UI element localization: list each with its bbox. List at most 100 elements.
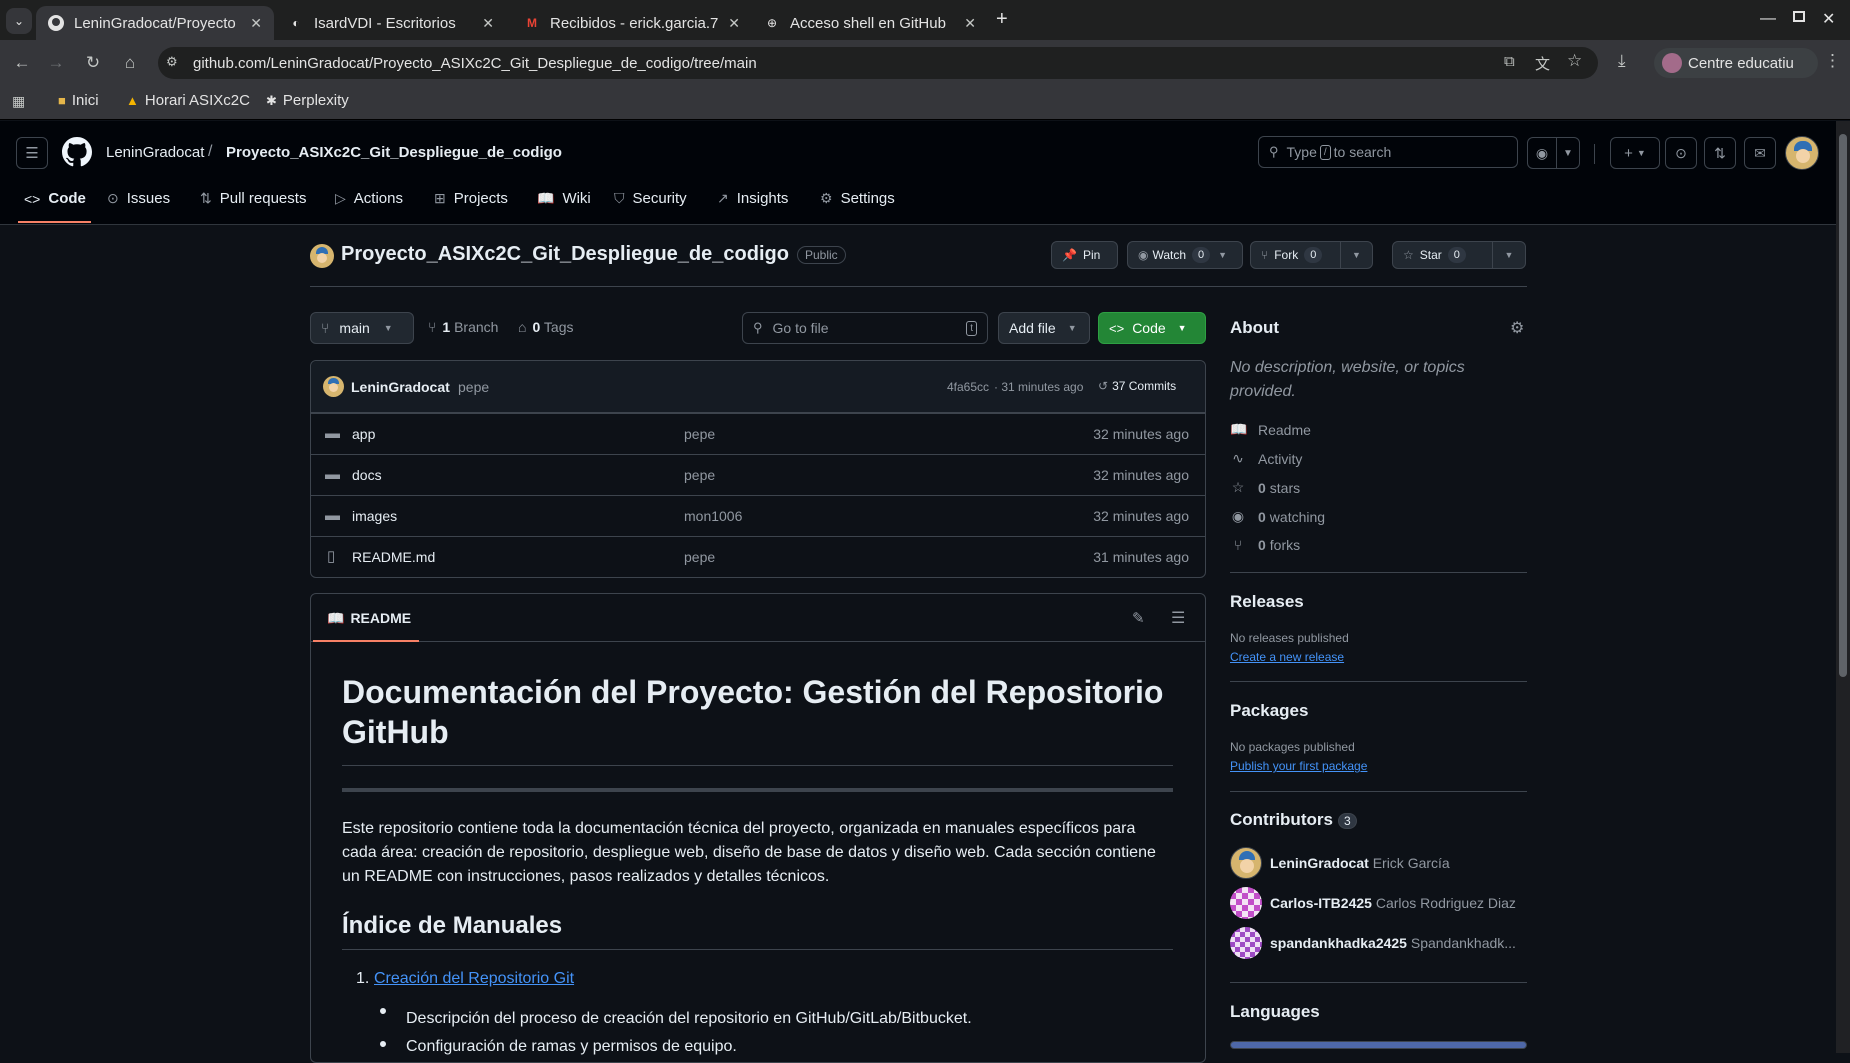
publish-package-link[interactable]: Publish your first package <box>1230 759 1367 773</box>
new-tab-button[interactable]: + <box>996 8 1008 31</box>
copilot-dropdown-icon[interactable]: ▼ <box>1556 137 1580 169</box>
browser-tab-shell[interactable]: ⊕ Acceso shell en GitHub ✕ <box>752 6 988 40</box>
contributor-avatar[interactable] <box>1230 887 1262 919</box>
file-commit-message[interactable]: mon1006 <box>684 508 742 524</box>
contributor-entry[interactable]: Carlos-ITB2425 Carlos Rodriguez Diaz <box>1270 895 1516 911</box>
tab-projects[interactable]: ⊞ Projects <box>434 190 508 207</box>
browser-tab-gmail[interactable]: M Recibidos - erick.garcia.7 ✕ <box>512 6 752 40</box>
watch-button[interactable]: ◉ Watch 0 ▼ <box>1127 241 1243 269</box>
bookmark-star-icon[interactable]: ☆ <box>1567 51 1582 71</box>
watching-link[interactable]: ◉ 0 watching <box>1230 508 1325 525</box>
user-avatar[interactable] <box>1785 136 1819 170</box>
reload-icon[interactable]: ↻ <box>81 51 105 75</box>
releases-heading[interactable]: Releases <box>1230 592 1304 612</box>
pull-requests-icon[interactable]: ⇅ <box>1704 137 1736 169</box>
download-icon[interactable]: ⤓ <box>1618 51 1626 71</box>
pin-button[interactable]: 📌 Pin <box>1051 241 1118 269</box>
manual-link[interactable]: Creación del Repositorio Git <box>374 970 574 988</box>
close-tab-icon[interactable]: ✕ <box>964 15 976 32</box>
inbox-icon[interactable]: ✉ <box>1744 137 1776 169</box>
file-row[interactable]: ▬ app pepe 32 minutes ago <box>311 413 1205 454</box>
about-settings-gear-icon[interactable]: ⚙ <box>1510 318 1524 338</box>
repo-title[interactable]: Proyecto_ASIXc2C_Git_Despliegue_de_codig… <box>341 243 789 266</box>
branches-link[interactable]: ⑂ 1 Branch <box>428 319 498 335</box>
commit-author[interactable]: LeninGradocat <box>351 379 450 395</box>
browser-tab-github[interactable]: LeninGradocat/Proyecto ✕ <box>36 6 274 40</box>
scrollbar-thumb[interactable] <box>1839 134 1847 677</box>
url-text[interactable]: github.com/LeninGradocat/Proyecto_ASIXc2… <box>193 55 757 72</box>
edit-pencil-icon[interactable]: ✎ <box>1132 609 1145 627</box>
readme-link[interactable]: 📖 Readme <box>1230 421 1311 438</box>
tab-insights[interactable]: ↗ Insights <box>717 190 788 207</box>
search-input[interactable]: ⚲ Type / to search <box>1258 136 1518 168</box>
apps-grid-icon[interactable]: ▦ <box>12 93 25 110</box>
add-file-button[interactable]: Add file ▼ <box>998 312 1090 344</box>
github-logo-icon[interactable] <box>62 137 92 172</box>
activity-link[interactable]: ∿ Activity <box>1230 450 1302 467</box>
file-commit-message[interactable]: pepe <box>684 467 715 483</box>
browser-tab-isardvdi[interactable]: ◐ IsardVDI - Escritorios ✕ <box>276 6 506 40</box>
contributor-entry[interactable]: LeninGradocat Erick García <box>1270 855 1450 871</box>
contributor-avatar[interactable] <box>1230 927 1262 959</box>
file-name[interactable]: app <box>352 426 375 442</box>
tab-actions[interactable]: ▷ Actions <box>335 190 403 207</box>
bookmark-inici[interactable]: ■ Inici <box>58 92 99 109</box>
forks-link[interactable]: ⑂ 0 forks <box>1230 537 1300 553</box>
profile-button[interactable]: Centre educatiu <box>1654 48 1818 78</box>
close-window-icon[interactable]: ✕ <box>1822 9 1835 29</box>
tab-issues[interactable]: ⊙ Issues <box>107 190 170 207</box>
packages-heading[interactable]: Packages <box>1230 701 1308 721</box>
bookmark-horari[interactable]: ▲ Horari ASIXc2C <box>126 92 250 109</box>
browser-menu-icon[interactable]: ⋮ <box>1824 51 1841 71</box>
commit-author-avatar[interactable] <box>323 376 344 397</box>
tab-search-icon[interactable]: ⌄ <box>6 8 32 34</box>
issues-icon[interactable]: ⊙ <box>1665 137 1697 169</box>
file-commit-message[interactable]: pepe <box>684 549 715 565</box>
branch-selector[interactable]: ⑂ main ▼ <box>310 312 414 344</box>
tab-code[interactable]: <> Code <box>24 190 86 207</box>
breadcrumb-repo[interactable]: Proyecto_ASIXc2C_Git_Despliegue_de_codig… <box>226 144 562 161</box>
bookmark-perplexity[interactable]: ✱ Perplexity <box>266 92 349 109</box>
home-icon[interactable]: ⌂ <box>118 51 142 75</box>
tab-security[interactable]: ⛉ Security <box>614 190 687 207</box>
create-new-icon[interactable]: + ▼ <box>1610 137 1660 169</box>
code-button[interactable]: <> Code ▼ <box>1098 312 1206 344</box>
commits-link[interactable]: ↺ 37 Commits <box>1098 379 1176 393</box>
commit-hash[interactable]: 4fa65cc <box>947 380 989 394</box>
readme-tab[interactable]: 📖 README <box>327 610 411 627</box>
file-name[interactable]: README.md <box>352 549 435 565</box>
go-to-file-input[interactable]: ⚲ Go to file t <box>742 312 988 344</box>
fork-button[interactable]: ⑂ Fork 0 <box>1250 241 1341 269</box>
contributors-heading[interactable]: Contributors 3 <box>1230 810 1357 830</box>
tags-link[interactable]: ⌂ 0 Tags <box>518 319 573 335</box>
file-name[interactable]: images <box>352 508 397 524</box>
back-icon[interactable]: ← <box>10 51 34 75</box>
site-info-icon[interactable]: ⚙ <box>166 54 186 72</box>
contributor-entry[interactable]: spandankhadka2425 Spandankhadk... <box>1270 935 1516 951</box>
outline-list-icon[interactable]: ☰ <box>1171 608 1185 628</box>
create-release-link[interactable]: Create a new release <box>1230 650 1344 664</box>
copilot-icon[interactable]: ◉ <box>1527 137 1557 169</box>
star-dropdown-button[interactable]: ▼ <box>1492 241 1526 269</box>
file-row[interactable]: ▯ README.md pepe 31 minutes ago <box>311 536 1205 577</box>
close-tab-icon[interactable]: ✕ <box>728 15 740 32</box>
contributor-avatar[interactable] <box>1230 847 1262 879</box>
file-commit-message[interactable]: pepe <box>684 426 715 442</box>
hamburger-menu-icon[interactable]: ☰ <box>16 137 48 169</box>
tab-pull-requests[interactable]: ⇅ Pull requests <box>200 190 306 207</box>
tab-wiki[interactable]: 📖 Wiki <box>537 190 591 207</box>
fork-dropdown-button[interactable]: ▼ <box>1340 241 1373 269</box>
install-app-icon[interactable]: ⧉ <box>1504 53 1515 70</box>
minimize-window-icon[interactable]: — <box>1760 10 1776 28</box>
stars-link[interactable]: ☆ 0 stars <box>1230 479 1300 496</box>
tab-settings[interactable]: ⚙ Settings <box>820 190 895 207</box>
close-tab-icon[interactable]: ✕ <box>250 15 262 32</box>
forward-icon[interactable]: → <box>44 51 68 75</box>
file-row[interactable]: ▬ images mon1006 32 minutes ago <box>311 495 1205 536</box>
commit-message[interactable]: pepe <box>458 379 489 395</box>
close-tab-icon[interactable]: ✕ <box>482 15 494 32</box>
star-button[interactable]: ☆ Star 0 <box>1392 241 1493 269</box>
file-name[interactable]: docs <box>352 467 382 483</box>
translate-icon[interactable]: 文 <box>1535 53 1550 74</box>
file-row[interactable]: ▬ docs pepe 32 minutes ago <box>311 454 1205 495</box>
